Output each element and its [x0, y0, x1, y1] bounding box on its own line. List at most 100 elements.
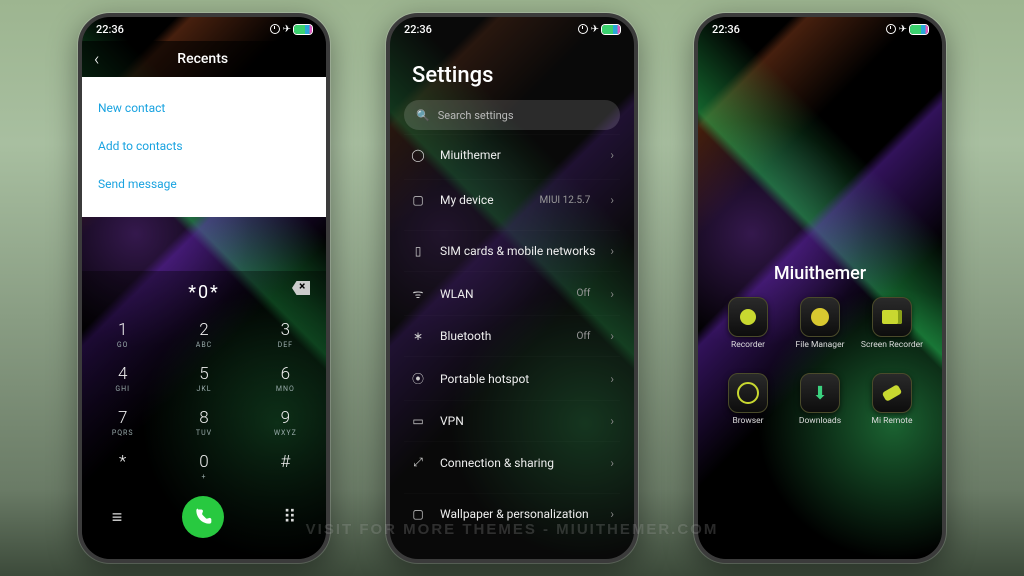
- search-input[interactable]: 🔍 Search settings: [404, 100, 620, 130]
- status-bar: 22:36 ✈: [698, 17, 942, 41]
- status-bar: 22:36 ✈: [390, 17, 634, 41]
- row-icon: ∗: [410, 329, 426, 343]
- key-5[interactable]: 5JKL: [163, 357, 244, 401]
- app-dl[interactable]: Downloads: [784, 373, 856, 435]
- status-bar: 22:36 ✈: [82, 17, 326, 41]
- phone-homescreen: 22:36 ✈ Miuithemer Recorder File Manager S…: [694, 13, 946, 563]
- folder-title: Miuithemer: [698, 263, 942, 284]
- app-icon: [728, 297, 768, 337]
- row-label: WLAN: [440, 287, 563, 301]
- settings-row[interactable]: ▭VPN›: [404, 400, 620, 441]
- row-value: MIUI 12.5.7: [540, 195, 591, 206]
- settings-title: Settings: [412, 63, 612, 88]
- status-time: 22:36: [404, 23, 432, 36]
- app-icon: [800, 373, 840, 413]
- settings-row-account[interactable]: ◯ Miuithemer ›: [404, 134, 620, 175]
- airplane-icon: ✈: [899, 24, 907, 35]
- app-fm[interactable]: File Manager: [784, 297, 856, 359]
- row-label: SIM cards & mobile networks: [440, 244, 596, 258]
- battery-icon: [910, 25, 928, 34]
- battery-icon: [294, 25, 312, 34]
- key-4[interactable]: 4GHI: [82, 357, 163, 401]
- key-6[interactable]: 6MNO: [245, 357, 326, 401]
- context-menu: New contact Add to contacts Send message: [82, 77, 326, 217]
- key-*[interactable]: *: [82, 445, 163, 489]
- menu-send-message[interactable]: Send message: [98, 165, 310, 203]
- settings-row[interactable]: ▢ Wallpaper & personalization ›: [404, 493, 620, 534]
- recents-header: ‹ Recents: [82, 41, 326, 77]
- dial-input-value: *0*: [188, 282, 220, 303]
- app-scr[interactable]: Screen Recorder: [856, 297, 928, 359]
- row-icon: ▭: [410, 414, 426, 428]
- chevron-right-icon: ›: [610, 287, 614, 301]
- dial-display: *0*: [82, 271, 326, 313]
- phone-dialer: 22:36 ✈ ‹ Recents New contact Add to con…: [78, 13, 330, 563]
- keypad: 1GO2ABC3DEF 4GHI5JKL6MNO 7PQRS8TUV9WXYZ * 0…: [82, 313, 326, 489]
- key-0[interactable]: 0+: [163, 445, 244, 489]
- app-label: Downloads: [799, 417, 841, 435]
- row-icon: ⦿: [410, 370, 426, 387]
- dialer: *0* 1GO2ABC3DEF 4GHI5JKL6MNO 7PQRS8TUV9WXY…: [82, 271, 326, 559]
- chevron-right-icon: ›: [610, 456, 614, 470]
- row-label: Portable hotspot: [440, 372, 596, 386]
- row-icon: ▯: [410, 244, 426, 258]
- battery-icon: [602, 25, 620, 34]
- key-1[interactable]: 1GO: [82, 313, 163, 357]
- chevron-right-icon: ›: [610, 507, 614, 521]
- avatar-icon: ◯: [410, 148, 426, 162]
- app-label: Browser: [732, 417, 763, 435]
- app-rec[interactable]: Recorder: [712, 297, 784, 359]
- search-icon: 🔍: [416, 109, 430, 122]
- status-time: 22:36: [712, 23, 740, 36]
- key-8[interactable]: 8TUV: [163, 401, 244, 445]
- row-value: Off: [577, 288, 591, 299]
- settings-header: Settings: [404, 41, 620, 100]
- app-br[interactable]: Browser: [712, 373, 784, 435]
- chevron-right-icon: ›: [610, 329, 614, 343]
- chevron-right-icon: ›: [610, 414, 614, 428]
- settings-row[interactable]: ∗ Bluetooth Off ›: [404, 315, 620, 356]
- app-icon: [872, 297, 912, 337]
- chevron-right-icon: ›: [610, 372, 614, 386]
- settings-row[interactable]: ▢My deviceMIUI 12.5.7›: [404, 179, 620, 220]
- chevron-right-icon: ›: [610, 244, 614, 258]
- menu-new-contact[interactable]: New contact: [98, 89, 310, 127]
- chevron-right-icon: ›: [610, 193, 614, 207]
- call-button[interactable]: [182, 496, 224, 538]
- app-icon: [728, 373, 768, 413]
- backspace-icon: [292, 281, 310, 295]
- alarm-icon: [270, 24, 280, 34]
- recents-title: Recents: [109, 51, 314, 67]
- airplane-icon: ✈: [283, 24, 291, 35]
- back-icon[interactable]: ‹: [94, 49, 99, 70]
- app-icon: [800, 297, 840, 337]
- key-9[interactable]: 9WXYZ: [245, 401, 326, 445]
- menu-add-to-contacts[interactable]: Add to contacts: [98, 127, 310, 165]
- row-icon: ▢: [410, 507, 426, 521]
- phone-settings: 22:36 ✈ Settings 🔍 Search settings ◯: [386, 13, 638, 563]
- app-label: File Manager: [796, 341, 845, 359]
- settings-row[interactable]: ⦿ Portable hotspot ›: [404, 356, 620, 400]
- app-rem[interactable]: Mi Remote: [856, 373, 928, 435]
- row-label: Bluetooth: [440, 329, 563, 343]
- row-label: Wallpaper & personalization: [440, 507, 596, 521]
- search-placeholder: Search settings: [438, 109, 514, 122]
- key-3[interactable]: 3DEF: [245, 313, 326, 357]
- menu-button[interactable]: ≡: [112, 507, 123, 528]
- key-7[interactable]: 7PQRS: [82, 401, 163, 445]
- app-label: Mi Remote: [872, 417, 913, 435]
- app-label: Screen Recorder: [861, 341, 923, 359]
- settings-row[interactable]: ▯ SIM cards & mobile networks ›: [404, 230, 620, 271]
- alarm-icon: [578, 24, 588, 34]
- app-label: Recorder: [731, 341, 765, 359]
- row-label: My device: [440, 193, 526, 207]
- status-time: 22:36: [96, 23, 124, 36]
- dialpad-toggle-button[interactable]: ⠿: [283, 507, 296, 528]
- key-#[interactable]: #: [245, 445, 326, 489]
- settings-row[interactable]: ⤢Connection & sharing›: [404, 441, 620, 483]
- key-2[interactable]: 2ABC: [163, 313, 244, 357]
- alarm-icon: [886, 24, 896, 34]
- backspace-button[interactable]: [292, 281, 310, 298]
- settings-row[interactable]: ᯤWLANOff›: [404, 271, 620, 315]
- row-value: Off: [577, 331, 591, 342]
